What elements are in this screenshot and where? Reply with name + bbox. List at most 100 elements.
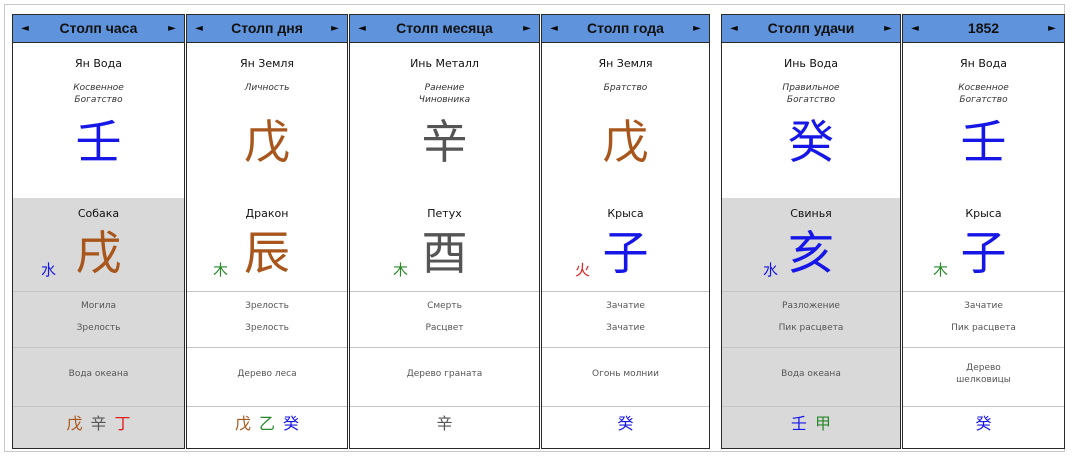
- life-stage-label: Расцвет: [425, 323, 464, 333]
- prev-arrow-icon[interactable]: ◄: [545, 15, 563, 42]
- nayin-label: Дерево граната: [406, 369, 483, 379]
- stem-name: Ян Земля: [239, 57, 295, 70]
- pillar-year-selector: ◄ ► Ян Вода Косвенное Богатство 壬 Крыса …: [902, 14, 1065, 449]
- stem-name: Инь Вода: [783, 57, 839, 70]
- element-glyph: 木: [213, 261, 229, 279]
- life-stage-label: Зачатие: [606, 301, 645, 311]
- heavenly-stem-glyph: 戊: [602, 115, 649, 169]
- prev-year-icon[interactable]: ◄: [906, 15, 924, 42]
- earthly-branch-glyph: 酉: [421, 226, 468, 280]
- pillar-header: ◄ Столп года ►: [542, 15, 709, 43]
- hidden-stem-glyph: 戊: [66, 414, 83, 433]
- life-stage-label: Зрелость: [245, 323, 289, 333]
- divider: [350, 406, 539, 407]
- element-glyph: 水: [763, 261, 779, 279]
- pillar-header: ◄ Столп удачи ►: [722, 15, 900, 43]
- heavenly-stem-glyph: 辛: [421, 115, 468, 169]
- branch-name: Свинья: [790, 207, 832, 220]
- bazi-chart-frame: ◄ Столп часа ► Ян Вода Косвенное Богатст…: [4, 4, 1065, 452]
- ten-god-label: Братство: [603, 83, 648, 93]
- pillar-header: ◄ ►: [903, 15, 1064, 43]
- hidden-stems: 壬甲: [722, 416, 900, 432]
- divider: [542, 347, 709, 348]
- life-stage-label: Зачатие: [606, 323, 645, 333]
- divider: [350, 291, 539, 292]
- life-stage-label: Пик расцвета: [778, 323, 844, 333]
- life-stage-label: Зрелость: [245, 301, 289, 311]
- hidden-stem-glyph: 丁: [114, 414, 131, 433]
- branch-name: Крыса: [607, 207, 644, 220]
- earthly-branch-glyph: 辰: [244, 226, 290, 280]
- pillar-title: Столп месяца: [396, 20, 493, 36]
- life-stage-label: Пик расцвета: [951, 323, 1016, 333]
- prev-arrow-icon[interactable]: ◄: [725, 15, 743, 42]
- earthly-branch-glyph: 子: [960, 226, 1007, 280]
- stem-name: Ян Вода: [960, 57, 1007, 70]
- nayin-label: Вода океана: [68, 369, 129, 379]
- pillar-header: ◄ Столп месяца ►: [350, 15, 539, 43]
- next-year-icon[interactable]: ►: [1043, 15, 1061, 42]
- hidden-stem-glyph: 甲: [815, 414, 832, 433]
- next-arrow-icon[interactable]: ►: [688, 15, 706, 42]
- divider: [722, 406, 900, 407]
- hidden-stem-glyph: 辛: [90, 414, 107, 433]
- branch-name: Дракон: [245, 207, 289, 220]
- branch-name: Петух: [427, 207, 462, 220]
- stem-name: Ян Вода: [75, 57, 122, 70]
- element-glyph: 火: [575, 261, 591, 279]
- heavenly-stem-glyph: 壬: [960, 115, 1007, 169]
- life-stage-label: Разложение: [782, 301, 840, 311]
- divider: [187, 406, 347, 407]
- nayin-label: Огонь молнии: [592, 369, 659, 379]
- hidden-stems: 癸: [903, 416, 1064, 432]
- hidden-stem-glyph: 乙: [258, 414, 275, 433]
- prev-arrow-icon[interactable]: ◄: [190, 15, 208, 42]
- next-arrow-icon[interactable]: ►: [879, 15, 897, 42]
- divider: [903, 406, 1064, 407]
- ten-god-label: Косвенное Богатство: [73, 83, 124, 105]
- branch-name: Собака: [77, 207, 120, 220]
- stem-name: Инь Металл: [410, 57, 479, 70]
- divider: [187, 347, 347, 348]
- hidden-stems: 戊乙癸: [187, 416, 347, 432]
- hidden-stems: 辛: [350, 416, 539, 432]
- divider: [903, 291, 1064, 292]
- next-arrow-icon[interactable]: ►: [326, 15, 344, 42]
- nayin-label: Дерево леса: [237, 369, 297, 379]
- divider: [542, 406, 709, 407]
- pillar-luck: ◄ Столп удачи ► Инь Вода Правильное Бога…: [721, 14, 901, 449]
- pillar-title: Столп дня: [231, 20, 303, 36]
- year-input[interactable]: [925, 18, 1042, 38]
- prev-arrow-icon[interactable]: ◄: [353, 15, 371, 42]
- divider: [350, 347, 539, 348]
- next-arrow-icon[interactable]: ►: [163, 15, 181, 42]
- nayin-label: Вода океана: [781, 369, 841, 379]
- pillar-month: ◄ Столп месяца ► Инь Металл Ранение Чино…: [349, 14, 540, 449]
- next-arrow-icon[interactable]: ►: [518, 15, 536, 42]
- heavenly-stem-glyph: 癸: [788, 115, 834, 169]
- element-glyph: 木: [933, 261, 949, 279]
- divider: [187, 291, 347, 292]
- ten-god-label: Личность: [244, 83, 290, 93]
- hidden-stem-glyph: 辛: [436, 414, 453, 433]
- element-glyph: 水: [41, 261, 57, 279]
- branch-name: Крыса: [965, 207, 1002, 220]
- pillar-hour: ◄ Столп часа ► Ян Вода Косвенное Богатст…: [12, 14, 185, 449]
- ten-god-label: Косвенное Богатство: [958, 83, 1009, 105]
- divider: [13, 291, 184, 292]
- pillar-year: ◄ Столп года ► Ян Земля Братство 戊 Крыса…: [541, 14, 710, 449]
- earthly-branch-glyph: 子: [602, 226, 649, 280]
- ten-god-label: Правильное Богатство: [782, 83, 840, 105]
- earthly-branch-glyph: 戌: [75, 226, 122, 280]
- pillar-header: ◄ Столп часа ►: [13, 15, 184, 43]
- pillar-header: ◄ Столп дня ►: [187, 15, 347, 43]
- heavenly-stem-glyph: 戊: [244, 115, 290, 169]
- prev-arrow-icon[interactable]: ◄: [16, 15, 34, 42]
- pillar-title: Столп года: [587, 20, 664, 36]
- divider: [13, 406, 184, 407]
- stem-name: Ян Земля: [598, 57, 653, 70]
- divider: [722, 291, 900, 292]
- earthly-branch-glyph: 亥: [788, 226, 834, 280]
- life-stage-label: Могила: [80, 301, 117, 311]
- hidden-stem-glyph: 癸: [617, 414, 634, 433]
